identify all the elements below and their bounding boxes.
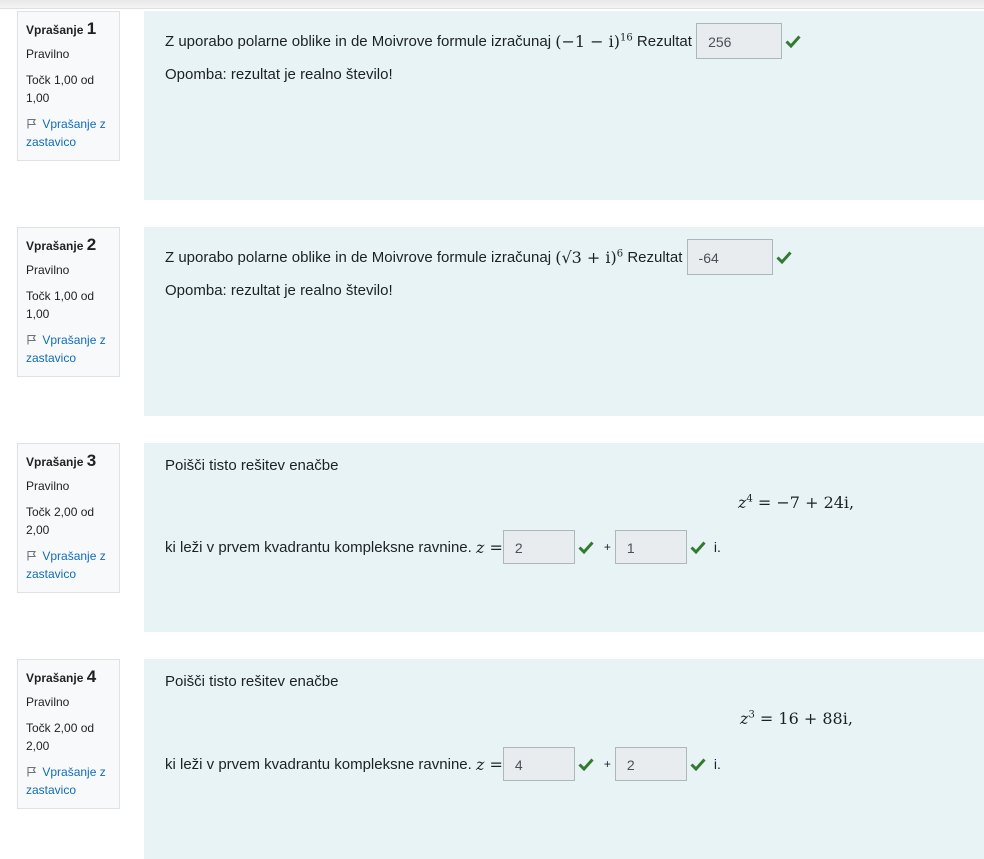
plus-sign: + <box>603 540 611 554</box>
answer-imag-input[interactable]: 2 <box>614 747 687 781</box>
question-2-info: Vprašanje 2 Pravilno Točk 1,00 od 1,00 V… <box>17 227 120 377</box>
answer-line: ki leži v prvem kvadrantu kompleksne rav… <box>165 747 721 781</box>
question-3-info: Vprašanje 3 Pravilno Točk 2,00 od 2,00 V… <box>17 443 120 593</box>
question-grade: Točk 1,00 od 1,00 <box>26 73 95 105</box>
question-number: Vprašanje 2 <box>26 235 97 254</box>
question-1-content: Z uporabo polarne oblike in de Moivrove … <box>144 11 984 200</box>
question-grade: Točk 2,00 od 2,00 <box>26 505 95 537</box>
question-number: Vprašanje 1 <box>26 19 97 38</box>
question-number: Vprašanje 3 <box>26 451 97 470</box>
question-text: Z uporabo polarne oblike in de Moivrove … <box>165 239 792 275</box>
imag-unit: i. <box>713 756 721 772</box>
plus-sign: + <box>603 757 611 771</box>
question-grade: Točk 1,00 od 1,00 <box>26 289 95 321</box>
imag-unit: i. <box>713 539 721 555</box>
flag-icon <box>27 550 36 561</box>
question-4-content: Poišči tisto rešitev enačbe z3 = 16 + 88… <box>144 659 984 859</box>
question-2-content: Z uporabo polarne oblike in de Moivrove … <box>144 227 984 416</box>
z-label: z = <box>475 754 503 774</box>
answer-input[interactable]: -64 <box>686 239 773 275</box>
correct-check-icon <box>785 35 801 48</box>
question-state: Pravilno <box>26 47 70 61</box>
top-bar <box>0 0 984 9</box>
question-note: Opomba: rezultat je realno število! <box>165 66 393 83</box>
display-equation: z4 = −7 + 24i, <box>738 493 855 512</box>
question-state: Pravilno <box>26 695 70 709</box>
correct-check-icon <box>578 758 594 771</box>
flag-question-link[interactable]: Vprašanje z zastavico <box>26 115 111 151</box>
math-expression: (−1 − i)16 <box>555 31 633 51</box>
display-equation: z3 = 16 + 88i, <box>740 709 853 728</box>
answer-real-input[interactable]: 4 <box>502 747 575 781</box>
flag-question-link[interactable]: Vprašanje z zastavico <box>26 547 111 583</box>
flag-icon <box>27 334 36 345</box>
question-intro: Poišči tisto rešitev enačbe <box>165 673 339 690</box>
z-label: z = <box>475 537 503 557</box>
question-state: Pravilno <box>26 263 70 277</box>
flag-icon <box>27 766 36 777</box>
question-note: Opomba: rezultat je realno število! <box>165 282 393 299</box>
question-3-content: Poišči tisto rešitev enačbe z4 = −7 + 24… <box>144 443 984 632</box>
question-1-info: Vprašanje 1 Pravilno Točk 1,00 od 1,00 V… <box>17 11 120 161</box>
correct-check-icon <box>775 251 792 264</box>
correct-check-icon <box>690 541 706 554</box>
flag-question-link[interactable]: Vprašanje z zastavico <box>26 763 111 799</box>
question-intro: Poišči tisto rešitev enačbe <box>165 457 339 474</box>
answer-imag-input[interactable]: 1 <box>614 530 687 564</box>
correct-check-icon <box>578 541 594 554</box>
question-grade: Točk 2,00 od 2,00 <box>26 721 95 753</box>
answer-real-input[interactable]: 2 <box>502 530 575 564</box>
flag-question-link[interactable]: Vprašanje z zastavico <box>26 331 111 367</box>
flag-icon <box>27 118 36 129</box>
question-number: Vprašanje 4 <box>26 667 97 686</box>
question-state: Pravilno <box>26 479 70 493</box>
answer-input[interactable]: 256 <box>696 23 783 59</box>
question-4-info: Vprašanje 4 Pravilno Točk 2,00 od 2,00 V… <box>17 659 120 809</box>
answer-line: ki leži v prvem kvadrantu kompleksne rav… <box>165 530 721 564</box>
question-text: Z uporabo polarne oblike in de Moivrove … <box>165 23 801 59</box>
correct-check-icon <box>690 758 706 771</box>
math-expression: (√3 + i)6 <box>555 247 624 267</box>
